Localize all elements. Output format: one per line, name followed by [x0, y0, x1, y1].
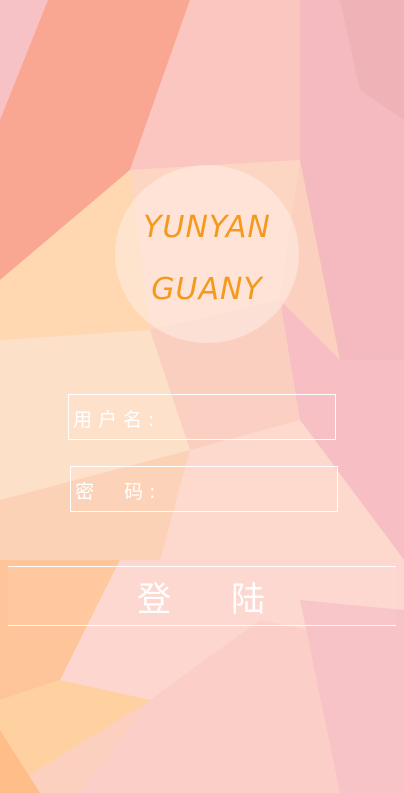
logo-badge	[115, 165, 299, 343]
login-button-label: 登陆	[137, 579, 325, 620]
logo-text-line-2: GUANY	[151, 272, 263, 307]
login-button[interactable]: 登陆	[8, 566, 396, 626]
logo-text-line-1: YUNYAN	[143, 210, 271, 245]
password-input[interactable]	[171, 473, 335, 507]
password-field[interactable]: 密 码:	[70, 466, 338, 512]
username-input[interactable]	[169, 401, 333, 435]
username-field[interactable]: 用户名:	[68, 394, 336, 440]
login-screen: YUNYAN GUANY 用户名: 密 码: 登陆	[0, 0, 404, 793]
password-label: 密 码:	[75, 481, 162, 503]
username-label: 用户名:	[73, 409, 161, 431]
